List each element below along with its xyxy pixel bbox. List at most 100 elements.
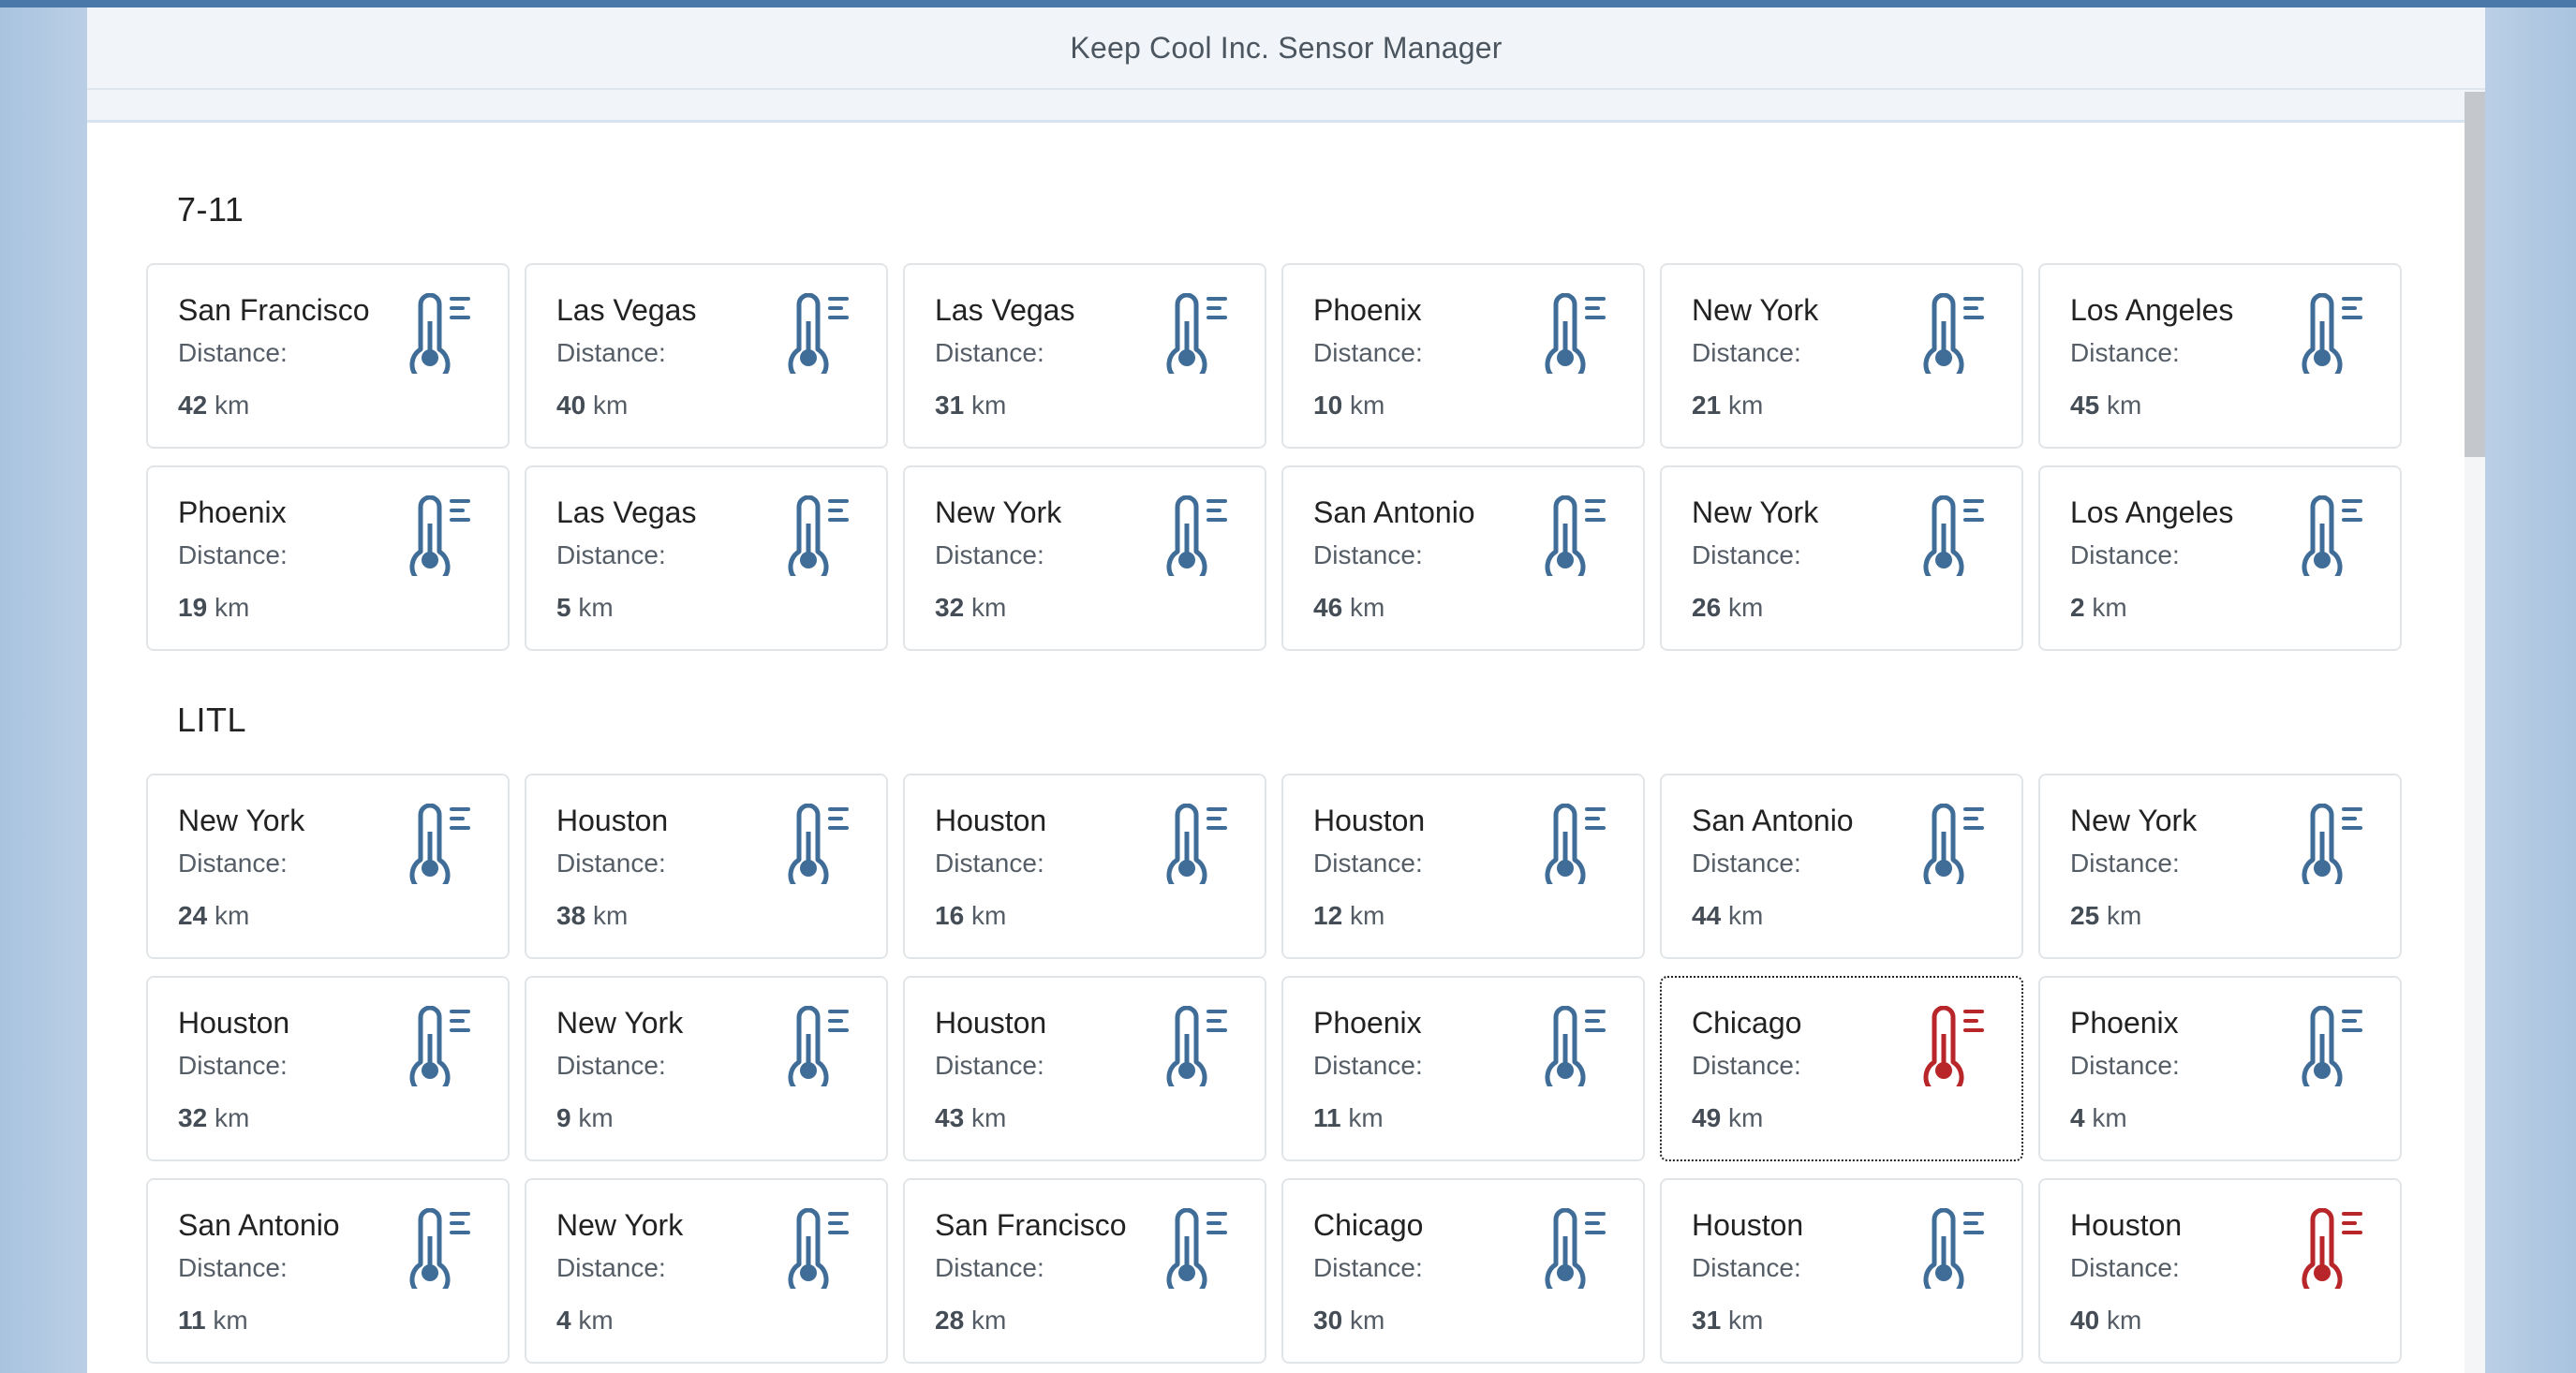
tile-distance-label: Distance: [935, 849, 1044, 878]
thermometer-icon [1165, 803, 1236, 895]
distance-number: 40 [2070, 1306, 2100, 1335]
sensor-tile[interactable]: New York Distance: 24 km [146, 774, 510, 959]
distance-number: 31 [1692, 1306, 1722, 1335]
sensor-tile[interactable]: San Francisco Distance: 28 km [903, 1178, 1266, 1364]
tile-distance-value: 5 km [556, 593, 614, 623]
tile-distance-label: Distance: [178, 1253, 288, 1282]
tile-distance-value: 42 km [178, 391, 249, 421]
sensor-tile[interactable]: New York Distance: 32 km [903, 465, 1266, 651]
sensor-tile[interactable]: Chicago Distance: 30 km [1281, 1178, 1645, 1364]
sensor-tile[interactable]: Houston Distance: 12 km [1281, 774, 1645, 959]
tile-distance-value: 32 km [178, 1103, 249, 1133]
tile-distance-value: 25 km [2070, 901, 2141, 931]
thermometer-icon [1544, 292, 1615, 385]
tile-distance-label: Distance: [935, 1051, 1044, 1080]
tile-location: New York [556, 1208, 684, 1242]
sensor-tile[interactable]: Los Angeles Distance: 45 km [2038, 263, 2402, 449]
sensor-tile[interactable]: Phoenix Distance: 19 km [146, 465, 510, 651]
sensor-tile[interactable]: Houston Distance: 38 km [525, 774, 888, 959]
distance-unit: km [970, 1103, 1007, 1132]
distance-unit: km [2106, 391, 2142, 420]
distance-number: 38 [556, 901, 586, 930]
distance-unit: km [2106, 1306, 2142, 1335]
distance-number: 30 [1313, 1306, 1343, 1335]
sub-header-bar [87, 90, 2485, 123]
tile-distance-label: Distance: [178, 540, 288, 569]
distance-number: 42 [178, 391, 208, 420]
distance-number: 28 [935, 1306, 965, 1335]
sensor-tile[interactable]: Las Vegas Distance: 5 km [525, 465, 888, 651]
sensor-tile[interactable]: Houston Distance: 32 km [146, 976, 510, 1161]
tile-location: Phoenix [2070, 1006, 2179, 1040]
distance-unit: km [2092, 1103, 2127, 1132]
scrollbar-thumb[interactable] [2465, 92, 2485, 457]
sensor-tile[interactable]: New York Distance: 25 km [2038, 774, 2402, 959]
distance-unit: km [214, 391, 250, 420]
tile-distance-value: 45 km [2070, 391, 2141, 421]
sensor-tile[interactable]: Las Vegas Distance: 31 km [903, 263, 1266, 449]
sensor-tile[interactable]: San Francisco Distance: 42 km [146, 263, 510, 449]
distance-unit: km [1349, 901, 1385, 930]
page-title: Keep Cool Inc. Sensor Manager [1070, 30, 1503, 65]
distance-unit: km [1727, 901, 1764, 930]
distance-number: 45 [2070, 391, 2100, 420]
sensor-tile[interactable]: Houston Distance: 31 km [1660, 1178, 2023, 1364]
tile-distance-label: Distance: [2070, 1051, 2180, 1080]
sensor-tile[interactable]: New York Distance: 21 km [1660, 263, 2023, 449]
tile-distance-value: 9 km [556, 1103, 614, 1133]
sensor-tile[interactable]: New York Distance: 26 km [1660, 465, 2023, 651]
sensor-tile[interactable]: Chicago Distance: 49 km [1660, 976, 2023, 1161]
tile-distance-value: 40 km [2070, 1306, 2141, 1336]
tile-location: New York [935, 495, 1062, 529]
sensor-tile[interactable]: San Antonio Distance: 46 km [1281, 465, 1645, 651]
sensor-tile[interactable]: Phoenix Distance: 4 km [2038, 976, 2402, 1161]
sensor-tile[interactable]: San Antonio Distance: 44 km [1660, 774, 2023, 959]
tile-distance-value: 30 km [1313, 1306, 1384, 1336]
tile-location: Houston [1692, 1208, 1804, 1242]
thermometer-icon [408, 495, 480, 587]
tile-distance-label: Distance: [178, 338, 288, 367]
tile-distance-value: 46 km [1313, 593, 1384, 623]
sensor-tile[interactable]: Phoenix Distance: 11 km [1281, 976, 1645, 1161]
distance-number: 26 [1692, 593, 1722, 622]
sensor-tile[interactable]: New York Distance: 9 km [525, 976, 888, 1161]
tile-distance-value: 49 km [1692, 1103, 1763, 1133]
tile-distance-value: 28 km [935, 1306, 1006, 1336]
thermometer-icon [2301, 292, 2372, 385]
tile-location: Phoenix [1313, 1006, 1422, 1040]
tile-container: 7-11 San Francisco Distance: 42 km Las Vegas… [87, 123, 2465, 1373]
tile-distance-label: Distance: [556, 338, 666, 367]
sensor-tile[interactable]: Las Vegas Distance: 40 km [525, 263, 888, 449]
tile-distance-label: Distance: [2070, 1253, 2180, 1282]
tile-distance-value: 10 km [1313, 391, 1384, 421]
distance-number: 16 [935, 901, 965, 930]
sensor-tile[interactable]: Phoenix Distance: 10 km [1281, 263, 1645, 449]
sensor-tile[interactable]: Houston Distance: 16 km [903, 774, 1266, 959]
distance-number: 46 [1313, 593, 1343, 622]
tile-distance-value: 11 km [1313, 1103, 1384, 1133]
tile-location: New York [556, 1006, 684, 1040]
tile-distance-label: Distance: [1692, 338, 1801, 367]
sensor-tile[interactable]: Houston Distance: 40 km [2038, 1178, 2402, 1364]
thermometer-icon [1165, 292, 1236, 385]
sensor-tile[interactable]: Houston Distance: 43 km [903, 976, 1266, 1161]
sensor-tile[interactable]: San Antonio Distance: 11 km [146, 1178, 510, 1364]
distance-number: 12 [1313, 901, 1343, 930]
app-shell: Keep Cool Inc. Sensor Manager 7-11 San Fr… [87, 7, 2485, 1373]
distance-number: 2 [2070, 593, 2085, 622]
tile-location: Houston [935, 804, 1047, 837]
distance-unit: km [1349, 593, 1385, 622]
sensor-tile[interactable]: New York Distance: 4 km [525, 1178, 888, 1364]
tile-distance-label: Distance: [935, 540, 1044, 569]
tile-location: New York [178, 804, 305, 837]
sensor-tile[interactable]: Los Angeles Distance: 2 km [2038, 465, 2402, 651]
tile-location: Houston [2070, 1208, 2183, 1242]
thermometer-icon [787, 292, 858, 385]
tile-distance-value: 2 km [2070, 593, 2127, 623]
section-title: 7-11 [177, 190, 244, 229]
distance-number: 11 [178, 1306, 206, 1335]
tile-distance-value: 38 km [556, 901, 628, 931]
distance-number: 24 [178, 901, 208, 930]
distance-unit: km [1349, 1306, 1385, 1335]
distance-unit: km [578, 1306, 614, 1335]
